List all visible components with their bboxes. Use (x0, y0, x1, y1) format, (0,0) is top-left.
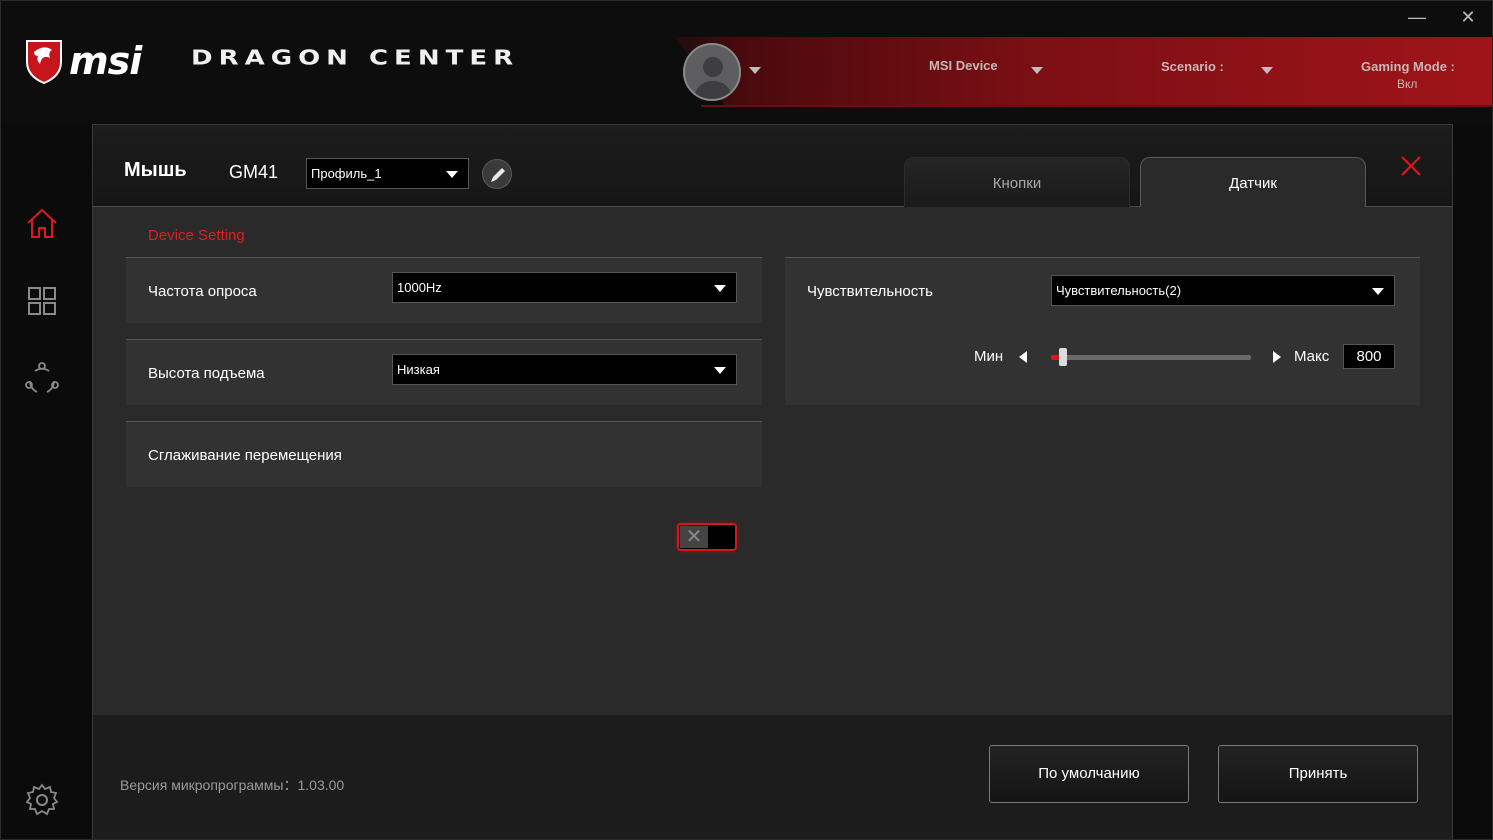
section-title: Device Setting (148, 227, 245, 244)
dpi-slider-fill (1051, 355, 1059, 360)
msi-device-label[interactable]: MSI Device (929, 58, 998, 73)
lift-height-value: Низкая (397, 362, 440, 377)
sensitivity-value: Чувствительность(2) (1056, 283, 1182, 298)
msi-dragon-shield-icon (26, 40, 62, 84)
window-close-icon[interactable]: ✕ (1456, 7, 1480, 27)
dialog-header: Мышь GM41 Профиль_1 Кнопки Датчик (93, 125, 1452, 208)
mouse-settings-dialog: Мышь GM41 Профиль_1 Кнопки Датчик Device… (92, 124, 1453, 839)
scenario-chevron-down-icon[interactable] (1261, 67, 1273, 74)
tab-sensor[interactable]: Датчик (1140, 157, 1366, 208)
polling-rate-value: 1000Hz (397, 280, 442, 295)
edit-profile-button[interactable] (482, 159, 512, 189)
dpi-slider-track[interactable] (1051, 355, 1251, 360)
default-button[interactable]: По умолчанию (989, 745, 1189, 803)
avatar-chevron-down-icon[interactable] (749, 67, 761, 74)
dpi-slider-thumb[interactable] (1059, 348, 1067, 366)
toggle-off-x-icon: ✕ (680, 526, 708, 548)
chevron-down-icon (446, 170, 458, 178)
sensitivity-select[interactable]: Чувствительность(2) (1051, 275, 1395, 306)
dialog-footer: Версия микропрограммы：1.03.00 По умолчан… (93, 715, 1452, 839)
polling-rate-select[interactable]: 1000Hz (392, 272, 737, 303)
lift-height-select[interactable]: Низкая (392, 354, 737, 385)
chevron-down-icon (1372, 287, 1384, 295)
user-avatar[interactable] (683, 43, 741, 101)
slider-max-label: Макс (1294, 348, 1330, 365)
tab-buttons[interactable]: Кнопки (904, 157, 1130, 207)
product-name: DRAGON CENTER (191, 46, 520, 70)
grid-icon[interactable] (25, 284, 59, 318)
sensor-settings-area: Device Setting Частота опроса 1000Hz Выс… (93, 207, 1452, 715)
gaming-mode-label[interactable]: Gaming Mode : (1361, 59, 1455, 74)
device-model: GM41 (229, 162, 279, 182)
pencil-icon (491, 168, 505, 182)
settings-gear-icon[interactable] (25, 783, 59, 817)
header: msi DRAGON CENTER MSI Device Scenario : … (1, 1, 1492, 123)
dialog-title: Мышь (124, 159, 187, 181)
scenario-label[interactable]: Scenario : (1161, 59, 1224, 74)
decrease-arrow-icon[interactable] (1019, 351, 1027, 363)
dialog-close-icon[interactable] (1398, 153, 1424, 179)
header-red-line (701, 105, 1492, 107)
minimize-icon[interactable]: — (1405, 7, 1429, 27)
firmware-version: Версия микропрограммы：1.03.00 (120, 777, 345, 793)
msi-device-chevron-down-icon[interactable] (1031, 67, 1043, 74)
profile-select[interactable]: Профиль_1 (306, 158, 469, 189)
dpi-value-field[interactable]: 800 (1343, 344, 1395, 369)
chevron-down-icon (714, 284, 726, 292)
smoothing-toggle[interactable]: ✕ (677, 523, 737, 551)
home-icon[interactable] (25, 206, 59, 240)
share-icon[interactable] (25, 361, 59, 395)
sensitivity-label: Чувствительность (807, 283, 933, 300)
chevron-down-icon (714, 366, 726, 374)
gaming-mode-value[interactable]: Вкл (1397, 77, 1417, 91)
polling-rate-label: Частота опроса (148, 283, 257, 300)
brand-logo: msi (69, 39, 142, 83)
apply-button[interactable]: Принять (1218, 745, 1418, 803)
increase-arrow-icon[interactable] (1273, 351, 1281, 363)
app-window: msi DRAGON CENTER MSI Device Scenario : … (0, 0, 1493, 840)
slider-min-label: Мин (974, 348, 1004, 365)
lift-height-label: Высота подъема (148, 365, 265, 382)
smoothing-label: Сглаживание перемещения (148, 447, 342, 464)
profile-select-value: Профиль_1 (311, 166, 382, 181)
